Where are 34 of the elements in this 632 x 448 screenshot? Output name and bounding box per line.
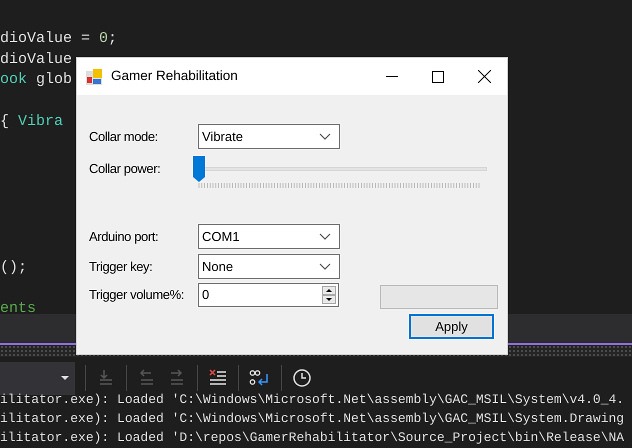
field-label: Trigger volume%:: [89, 287, 184, 302]
slider[interactable]: [193, 157, 487, 187]
word-wrap-icon[interactable]: [249, 368, 271, 388]
output-line: ilitator.exe): Loaded 'D:\repos\GamerRehabilitator\Source_Project\bin\Release\NA: [0, 429, 626, 447]
output-line: ilitator.exe): Loaded 'C:\Windows\Microsoft.Net\assembly\GAC_MSIL\System.Drawing: [0, 410, 626, 428]
slider-thumb[interactable]: [193, 156, 205, 183]
number-field[interactable]: 0: [198, 283, 339, 307]
code-line: { Vibra: [0, 112, 64, 132]
chevron-down-icon: [319, 133, 331, 140]
output-line: ilitator.exe): Loaded 'C:\Windows\Microsoft.Net\assembly\GAC_MSIL\System\v4.0_4.: [0, 391, 626, 409]
code-line: ents: [0, 298, 36, 314]
dropdown-field[interactable]: Vibrate: [198, 124, 340, 149]
spin-arrows-icon[interactable]: [322, 286, 336, 304]
field-label: Arduino port:: [89, 228, 158, 244]
apply-button[interactable]: Apply: [409, 314, 494, 339]
close-icon: [478, 70, 490, 83]
maximize-icon: [432, 70, 444, 82]
chevron-down-icon: [319, 233, 331, 240]
chevron-down-icon: [319, 263, 331, 270]
code-line: ();: [0, 258, 28, 278]
field-label: Collar mode:: [89, 128, 158, 144]
app-icon: [85, 68, 103, 86]
caret-icon: [61, 376, 69, 380]
minimize-icon: [386, 76, 398, 77]
field-label: Trigger key:: [89, 258, 152, 274]
code-line: ook glob: [0, 70, 72, 90]
code-line: dioValue: [0, 50, 72, 70]
dropdown-field[interactable]: None: [198, 254, 340, 279]
clear-all-icon[interactable]: [208, 368, 228, 388]
field-label: Collar power:: [89, 161, 160, 176]
window-title: Gamer Rehabilitation: [111, 67, 238, 86]
clock-icon[interactable]: [292, 368, 312, 388]
dropdown-field[interactable]: COM1: [198, 224, 340, 249]
code-line: dioValue = 0;: [0, 29, 118, 49]
